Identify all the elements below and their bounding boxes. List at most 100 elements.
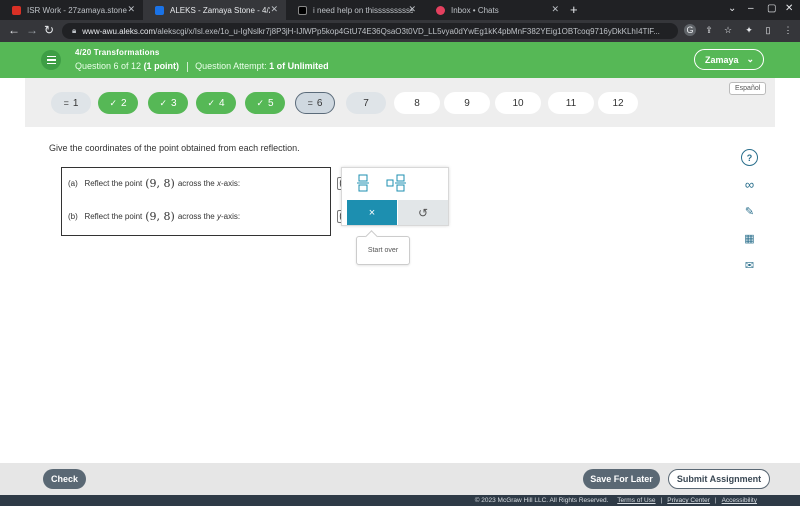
question-pill-8[interactable]: 8	[394, 92, 440, 114]
close-tab-icon[interactable]: ✕	[408, 4, 416, 15]
browser-menu-icon[interactable]: ⋮	[782, 24, 794, 36]
question-pill-number: 6	[316, 97, 323, 109]
answer-keypad: × ↺	[341, 167, 449, 226]
brainly-favicon-icon	[298, 5, 307, 15]
question-part-b: (b) Reflect the point (9, 8) across the …	[68, 210, 240, 223]
part-text: Reflect the point	[84, 212, 143, 221]
new-tab-button[interactable]: +	[570, 2, 578, 17]
back-icon[interactable]: ←	[8, 23, 20, 37]
browser-tab-4[interactable]: Inbox • Chats ✕	[424, 0, 567, 20]
question-pill-number: 3	[170, 97, 177, 109]
mail-icon[interactable]: ✉	[741, 257, 758, 274]
close-tab-icon[interactable]: ✕	[551, 4, 559, 15]
question-pill-number: 5	[267, 97, 274, 109]
hamburger-menu-button[interactable]	[41, 50, 61, 70]
mixed-number-icon[interactable]	[386, 174, 406, 192]
checkmark-icon: ✓	[159, 97, 167, 108]
address-bar-row: ← → ↻ 🔒︎ www-awu.aleks.com/alekscgi/x/Is…	[0, 20, 800, 42]
user-menu-button[interactable]: Zamaya ⌄	[694, 49, 764, 70]
question-pill-6[interactable]: = 6	[295, 92, 335, 114]
lock-icon: 🔒︎	[72, 26, 77, 35]
question-part-a: (a) Reflect the point (9, 8) across the …	[68, 177, 240, 190]
infinity-icon[interactable]: ∞	[741, 176, 758, 193]
reload-icon[interactable]: ↻	[44, 23, 54, 37]
partial-icon: =	[307, 98, 313, 108]
maximize-icon[interactable]: ▢	[767, 3, 776, 14]
point-coordinates: (9, 8)	[145, 210, 175, 223]
aleks-favicon-icon	[155, 5, 164, 15]
question-pill-number: 4	[218, 97, 225, 109]
part-suffix: across the	[177, 179, 215, 188]
fraction-icon[interactable]	[357, 174, 369, 192]
question-pill-4[interactable]: ✓ 4	[196, 92, 236, 114]
calculator-icon[interactable]: ▦	[741, 230, 758, 247]
browser-tab-strip: ISR Work - 27zamaya.stone@ra ✕ ALEKS - Z…	[0, 0, 800, 20]
question-pill-5[interactable]: ✓ 5	[245, 92, 285, 114]
accessibility-link[interactable]: Accessibility	[722, 497, 757, 504]
notes-icon[interactable]: ✎	[741, 203, 758, 220]
question-pill-number: 2	[120, 97, 127, 109]
partial-icon: =	[63, 98, 69, 108]
side-panel-icon[interactable]: ▯	[762, 24, 774, 36]
question-points: (1 point)	[143, 61, 180, 71]
extensions-puzzle-icon[interactable]: ✦	[743, 24, 755, 36]
tab-search-icon[interactable]: ⌄	[728, 3, 736, 14]
share-icon[interactable]: ⇪	[703, 24, 715, 36]
forward-icon[interactable]: →	[26, 23, 38, 37]
aleks-header: 4/20 Transformations Question 6 of 12 (1…	[0, 42, 800, 78]
check-button[interactable]: Check	[43, 469, 86, 489]
part-text: Reflect the point	[84, 179, 143, 188]
google-extension-icon[interactable]: G	[684, 24, 696, 36]
espanol-button[interactable]: Español	[729, 82, 767, 95]
question-pill-9[interactable]: 9	[444, 92, 490, 114]
question-pill-1[interactable]: = 1	[51, 92, 91, 114]
question-pill-number: 8	[414, 97, 420, 109]
attempt-label: Question Attempt:	[195, 61, 267, 71]
question-number: Question 6 of 12	[75, 61, 142, 71]
part-tail: -axis:	[220, 179, 241, 188]
checkmark-icon: ✓	[256, 97, 264, 108]
terms-link[interactable]: Terms of Use	[617, 497, 655, 504]
undo-button[interactable]: ↺	[398, 200, 448, 225]
tab-label: ISR Work - 27zamaya.stone@ra	[27, 5, 127, 15]
close-tab-icon[interactable]: ✕	[270, 4, 278, 15]
privacy-link[interactable]: Privacy Center	[667, 497, 710, 504]
minimize-icon[interactable]: –	[748, 3, 754, 14]
tab-label: ALEKS - Zamaya Stone - 4/20 Tr	[170, 5, 270, 15]
close-tab-icon[interactable]: ✕	[127, 4, 135, 15]
question-box: (a) Reflect the point (9, 8) across the …	[61, 167, 362, 236]
question-pill-number: 11	[565, 97, 577, 109]
url-field[interactable]: 🔒︎ www-awu.aleks.com/alekscgi/x/Isl.exe/…	[62, 23, 678, 39]
part-label: (a)	[68, 179, 78, 188]
question-pill-2[interactable]: ✓ 2	[98, 92, 138, 114]
checkmark-icon: ✓	[109, 97, 117, 108]
clear-button[interactable]: ×	[347, 200, 397, 225]
help-icon[interactable]: ?	[741, 149, 758, 166]
topic-title: 4/20 Transformations	[75, 48, 160, 57]
question-pill-7[interactable]: 7	[346, 92, 386, 114]
bookmark-star-icon[interactable]: ☆	[722, 24, 734, 36]
point-coordinates: (9, 8)	[145, 177, 175, 190]
legal-footer: © 2023 McGraw Hill LLC. All Rights Reser…	[0, 495, 800, 506]
copyright-text: © 2023 McGraw Hill LLC. All Rights Reser…	[474, 497, 609, 504]
question-pill-number: 9	[464, 97, 470, 109]
browser-tab-3[interactable]: i need help on thissssssssssss ✕	[286, 0, 424, 20]
start-over-tooltip: Start over	[356, 236, 410, 265]
url-path: /alekscgi/x/Isl.exe/1o_u-IgNslkr7j8P3jH-…	[155, 26, 660, 36]
tab-label: Inbox • Chats	[451, 5, 499, 15]
question-pill-10[interactable]: 10	[495, 92, 541, 114]
close-window-icon[interactable]: ✕	[785, 3, 793, 14]
question-pill-11[interactable]: 11	[548, 92, 594, 114]
submit-assignment-button[interactable]: Submit Assignment	[668, 469, 770, 489]
checkmark-icon: ✓	[207, 97, 215, 108]
question-pill-12[interactable]: 12	[598, 92, 638, 114]
browser-tab-1[interactable]: ISR Work - 27zamaya.stone@ra ✕	[0, 0, 143, 20]
question-pill-3[interactable]: ✓ 3	[148, 92, 188, 114]
url-host: www-awu.aleks.com	[82, 26, 156, 36]
instagram-favicon-icon	[436, 5, 445, 15]
user-name: Zamaya	[705, 54, 739, 65]
browser-tab-2[interactable]: ALEKS - Zamaya Stone - 4/20 Tr ✕	[143, 0, 286, 20]
question-pill-number: 10	[512, 97, 524, 109]
save-for-later-button[interactable]: Save For Later	[583, 469, 660, 489]
attempt-value: 1 of Unlimited	[269, 61, 329, 71]
